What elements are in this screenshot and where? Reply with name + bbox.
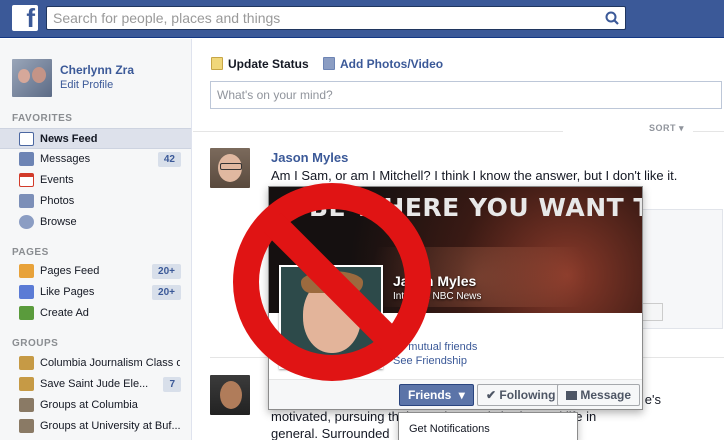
message-icon bbox=[566, 391, 577, 400]
search-bar bbox=[46, 6, 626, 30]
friends-button[interactable]: Friends ▾ bbox=[399, 384, 474, 406]
events-icon bbox=[19, 173, 34, 187]
status-input[interactable] bbox=[217, 86, 707, 104]
group-icon bbox=[19, 398, 34, 412]
create-ad-icon bbox=[19, 306, 34, 320]
cover-slogan: BE WHERE YOU WANT TO BE bbox=[309, 193, 642, 222]
search-icon bbox=[605, 11, 619, 25]
sidebar-item-label: Photos bbox=[40, 195, 75, 207]
story-author-avatar[interactable] bbox=[210, 148, 250, 188]
sort-label: SORT bbox=[648, 123, 676, 133]
check-icon: ✔ bbox=[486, 388, 497, 402]
sidebar-item-group[interactable]: Groups at Columbia bbox=[0, 395, 191, 416]
sidebar-item-pages-feed[interactable]: Pages Feed 20+ bbox=[0, 261, 191, 282]
search-input[interactable] bbox=[53, 7, 593, 29]
hovercard-profile-picture[interactable] bbox=[279, 265, 383, 369]
sidebar-item-label: Groups at Columbia bbox=[40, 399, 138, 411]
edit-profile-link[interactable]: Edit Profile bbox=[60, 79, 113, 91]
photos-icon bbox=[19, 194, 34, 208]
sidebar-item-group[interactable]: Save Saint Jude Ele... 7 bbox=[0, 374, 191, 395]
profile-link[interactable]: Cherlynn Zra Edit Profile bbox=[12, 59, 187, 99]
messages-icon bbox=[19, 152, 34, 166]
groups-heading: GROUPS bbox=[12, 338, 59, 349]
group-icon bbox=[19, 356, 34, 370]
count-badge: 20+ bbox=[152, 264, 181, 279]
sidebar-item-label: Save Saint Jude Ele... bbox=[40, 378, 149, 390]
sidebar-item-news-feed[interactable]: News Feed bbox=[0, 128, 191, 149]
sidebar-item-label: Groups at University at Buf... bbox=[40, 420, 180, 432]
favorites-heading: FAVORITES bbox=[12, 113, 73, 124]
left-sidebar: Cherlynn Zra Edit Profile FAVORITES News… bbox=[0, 39, 192, 440]
pages-heading: PAGES bbox=[12, 247, 49, 258]
browse-icon bbox=[19, 215, 34, 229]
sort-dropdown[interactable]: SORT ▾ bbox=[649, 123, 684, 134]
count-badge: 20+ bbox=[152, 285, 181, 300]
tab-label: Add Photos/Video bbox=[340, 57, 444, 71]
sidebar-item-label: Browse bbox=[40, 216, 77, 228]
divider bbox=[193, 131, 563, 132]
sidebar-item-photos[interactable]: Photos bbox=[0, 191, 191, 212]
sidebar-item-label: Columbia Journalism Class o... bbox=[40, 357, 180, 369]
sidebar-item-label: News Feed bbox=[40, 133, 98, 145]
status-icon bbox=[211, 57, 223, 70]
search-button[interactable] bbox=[599, 7, 625, 29]
sidebar-item-create-ad[interactable]: Create Ad bbox=[0, 303, 191, 324]
message-button[interactable]: Message bbox=[557, 384, 641, 406]
news-feed-icon bbox=[19, 132, 34, 146]
top-bar: f bbox=[0, 0, 724, 38]
hovercard-subtitle: Intern at NBC News bbox=[393, 291, 482, 302]
profile-hovercard: BE WHERE YOU WANT TO BE Jason Myles Inte… bbox=[268, 186, 643, 410]
button-label: Message bbox=[580, 388, 632, 402]
facebook-logo-letter: f bbox=[26, 3, 35, 33]
button-label: Friends bbox=[408, 388, 452, 402]
sidebar-item-messages[interactable]: Messages 42 bbox=[0, 149, 191, 170]
sidebar-item-browse[interactable]: Browse bbox=[0, 212, 191, 233]
avatar[interactable] bbox=[12, 59, 52, 97]
button-label: Following bbox=[499, 388, 556, 402]
story-author-name[interactable]: Jason Myles bbox=[271, 150, 348, 165]
tab-add-photos[interactable]: Add Photos/Video bbox=[323, 57, 443, 71]
chevron-down-icon: ▾ bbox=[678, 123, 684, 133]
like-pages-icon bbox=[19, 285, 34, 299]
divider bbox=[693, 131, 724, 132]
story-text: Am I Sam, or am I Mitchell? I think I kn… bbox=[271, 168, 678, 183]
camera-icon bbox=[323, 57, 335, 70]
facebook-logo[interactable]: f bbox=[12, 3, 38, 33]
count-badge: 42 bbox=[157, 152, 181, 167]
sidebar-item-group[interactable]: Columbia Journalism Class o... bbox=[0, 353, 191, 374]
sidebar-item-group[interactable]: Groups at University at Buf... bbox=[0, 416, 191, 437]
tab-label: Update Status bbox=[228, 57, 309, 71]
hovercard-name[interactable]: Jason Myles bbox=[393, 273, 476, 289]
profile-name[interactable]: Cherlynn Zra bbox=[60, 63, 134, 77]
following-button[interactable]: ✔ Following bbox=[477, 384, 565, 406]
get-notifications-item[interactable]: Get Notifications bbox=[409, 423, 490, 435]
sidebar-item-events[interactable]: Events bbox=[0, 170, 191, 191]
count-badge: 7 bbox=[163, 377, 181, 392]
tab-update-status[interactable]: Update Status bbox=[211, 57, 309, 71]
sidebar-item-label: Events bbox=[40, 174, 74, 186]
group-icon bbox=[19, 419, 34, 433]
hovercard-actions: Friends ▾ ✔ Following Message bbox=[269, 379, 642, 409]
chevron-down-icon: ▾ bbox=[458, 388, 465, 402]
sidebar-item-like-pages[interactable]: Like Pages 20+ bbox=[0, 282, 191, 303]
pages-feed-icon bbox=[19, 264, 34, 278]
mutual-friends-link[interactable]: 16 mutual friends bbox=[393, 341, 477, 353]
status-composer bbox=[210, 81, 722, 109]
group-icon bbox=[19, 377, 34, 391]
story-author-avatar[interactable] bbox=[210, 375, 250, 415]
see-friendship-link[interactable]: See Friendship bbox=[393, 355, 467, 367]
sidebar-item-label: Create Ad bbox=[40, 307, 89, 319]
friends-dropdown-menu: Get Notifications bbox=[398, 412, 578, 440]
